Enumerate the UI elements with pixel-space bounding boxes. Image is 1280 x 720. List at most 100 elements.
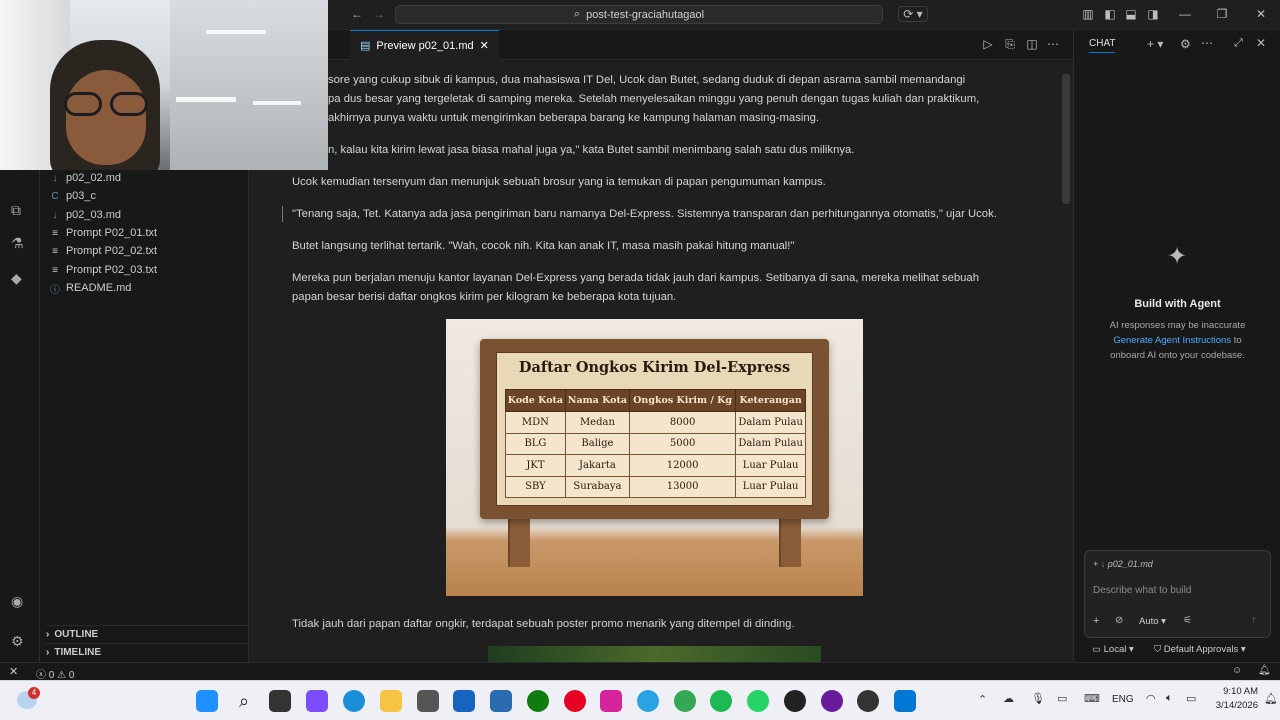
outline-section[interactable]: › OUTLINE	[46, 625, 249, 643]
spotify-icon[interactable]	[710, 690, 732, 712]
minimize-icon[interactable]: —	[1178, 7, 1192, 21]
board-title: Daftar Ongkos Kirim Del-Express	[518, 359, 791, 376]
tools-icon[interactable]: ⊘	[1115, 615, 1123, 626]
toggle-sidebar-icon[interactable]: ◧	[1103, 7, 1117, 21]
glasses-lens	[64, 92, 102, 116]
back-arrow-icon[interactable]: ←	[350, 7, 364, 21]
table-cell: 12000	[628, 454, 737, 477]
file-item[interactable]: ⓘ README.md	[50, 279, 131, 297]
cloud-icon[interactable]: ☁	[1003, 692, 1014, 705]
chat-title[interactable]: CHAT	[1089, 38, 1116, 53]
app-icon[interactable]	[417, 690, 439, 712]
configure-icon[interactable]: ⚟	[1183, 615, 1192, 626]
battery-icon[interactable]: ▭	[1186, 692, 1196, 705]
telegram-icon[interactable]	[637, 690, 659, 712]
forward-arrow-icon[interactable]: →	[372, 7, 386, 21]
close-tab-icon[interactable]: ✕	[480, 39, 489, 52]
send-icon[interactable]: ↑	[1251, 614, 1257, 626]
tab-preview[interactable]: ▤ Preview p02_01.md ✕	[350, 30, 499, 60]
app-icon[interactable]	[821, 690, 843, 712]
problems-indicator[interactable]: ⓧ 0 ⚠ 0	[36, 666, 74, 681]
xbox-icon[interactable]	[527, 690, 549, 712]
close-window-icon[interactable]: ✕	[1254, 7, 1268, 21]
language-indicator[interactable]: ENG	[1112, 694, 1134, 705]
table-cell: Luar Pulau	[735, 475, 806, 498]
info-icon: ⓘ	[50, 284, 60, 296]
context-chip[interactable]: + ↓ p02_01.md	[1093, 559, 1153, 569]
file-item[interactable]: ≡ Prompt P02_02.txt	[50, 242, 157, 260]
wifi-icon[interactable]: ◠	[1146, 692, 1156, 705]
restore-icon[interactable]: ❐	[1215, 7, 1229, 21]
maximize-icon[interactable]: ⤢	[1234, 37, 1243, 50]
table-cell: JKT	[505, 454, 566, 477]
open-source-icon[interactable]: ⎘	[1003, 37, 1017, 51]
edge-icon[interactable]	[343, 690, 365, 712]
approvals-select[interactable]: ⛉ Default Approvals ▾	[1154, 644, 1246, 655]
app-icon[interactable]	[857, 690, 879, 712]
person-face	[66, 70, 146, 165]
outline-label: OUTLINE	[54, 629, 99, 640]
file-item[interactable]: Cp03_c	[50, 187, 96, 205]
copilot-icon[interactable]: ⟳ ▾	[898, 6, 928, 22]
file-item[interactable]: ↓ p02_02.md	[50, 169, 122, 187]
clock-date[interactable]: 3/14/2026	[1208, 700, 1258, 711]
instagram-icon[interactable]	[600, 690, 622, 712]
microphone-icon[interactable]: 🎙︎	[1031, 692, 1045, 705]
remote-icon[interactable]: ✕	[9, 665, 18, 678]
mode-select[interactable]: Auto ▾	[1139, 616, 1166, 627]
timeline-section[interactable]: › TIMELINE	[46, 643, 249, 661]
file-item[interactable]: ≡ Prompt P02_03.txt	[50, 261, 157, 279]
toggle-panel-icon[interactable]: ⬓	[1124, 7, 1138, 21]
add-context-icon[interactable]: +	[1093, 615, 1099, 627]
chrome-icon[interactable]	[674, 690, 696, 712]
file-item[interactable]: ≡ Prompt P02_01.txt	[50, 224, 157, 242]
generate-instructions-link[interactable]: Generate Agent Instructions	[1113, 335, 1231, 346]
chatgpt-icon[interactable]	[784, 690, 806, 712]
chat-input-placeholder[interactable]: Describe what to build	[1093, 585, 1191, 596]
search-icon[interactable]: ⌕	[233, 690, 255, 712]
pinterest-icon[interactable]	[564, 690, 586, 712]
whatsapp-icon[interactable]	[747, 690, 769, 712]
display-icon[interactable]: ▭	[1057, 692, 1067, 705]
volume-icon[interactable]: 🔈︎	[1166, 692, 1173, 705]
app-icon[interactable]	[490, 690, 512, 712]
chevron-up-icon[interactable]: ⌃	[978, 693, 987, 706]
chat-input-box[interactable]: + ↓ p02_01.md Describe what to build + ⊘…	[1084, 550, 1271, 638]
vscode-icon[interactable]	[894, 690, 916, 712]
close-panel-icon[interactable]: ✕	[1256, 36, 1266, 50]
command-center-search[interactable]: ⌕ post-test-graciahutagaol	[395, 5, 883, 24]
local-select[interactable]: ▭ Local ▾	[1092, 644, 1134, 655]
more-icon[interactable]: ⋯	[1201, 36, 1213, 50]
clock-time[interactable]: 9:10 AM	[1212, 686, 1258, 697]
toggle-secondary-sidebar-icon[interactable]: ◨	[1146, 7, 1160, 21]
chat-heading: Build with Agent	[1134, 298, 1221, 310]
settings-gear-icon[interactable]: ⚙	[11, 633, 29, 651]
start-icon[interactable]	[196, 690, 218, 712]
run-icon[interactable]: ▷	[981, 37, 995, 51]
split-editor-icon[interactable]: ◫	[1025, 37, 1039, 51]
paragraph: Tidak jauh dari papan daftar ongkir, ter…	[292, 618, 795, 630]
task-view-icon[interactable]	[269, 690, 291, 712]
file-item[interactable]: ↓ p02_03.md	[50, 206, 122, 224]
settings-gear-icon[interactable]: ⚙	[1180, 37, 1191, 51]
editor-scrollbar[interactable]	[1062, 74, 1070, 204]
layout-icon[interactable]: ▥	[1081, 7, 1095, 21]
new-chat-icon[interactable]: + ▾	[1147, 37, 1163, 51]
paragraph: akhirnya punya waktu untuk mengirimkan b…	[328, 112, 820, 124]
account-icon[interactable]: ◉	[11, 593, 29, 611]
copilot-app-icon[interactable]	[306, 690, 328, 712]
more-actions-icon[interactable]: ⋯	[1046, 37, 1060, 51]
approvals-label: Default Approvals	[1163, 644, 1239, 655]
notifications-icon[interactable]: 🔔︎	[1258, 665, 1271, 676]
chevron-right-icon: ›	[46, 629, 50, 640]
store-icon[interactable]	[453, 690, 475, 712]
keyboard-icon[interactable]: ⌨	[1084, 692, 1100, 705]
file-explorer-icon[interactable]	[380, 690, 402, 712]
python-icon[interactable]: ◆	[11, 270, 29, 288]
chat-panel: CHAT + ▾ ⚙ ⋯ ⤢ ✕ ✦ Build with Agent AI r…	[1073, 30, 1280, 662]
local-label: Local	[1103, 644, 1127, 655]
notification-bell-icon[interactable]: 🔔︎	[1264, 692, 1278, 705]
copilot-status-icon[interactable]: ☺	[1232, 665, 1242, 676]
testing-icon[interactable]: ⚗	[11, 235, 29, 253]
extensions-icon[interactable]: ⧉	[11, 202, 29, 220]
